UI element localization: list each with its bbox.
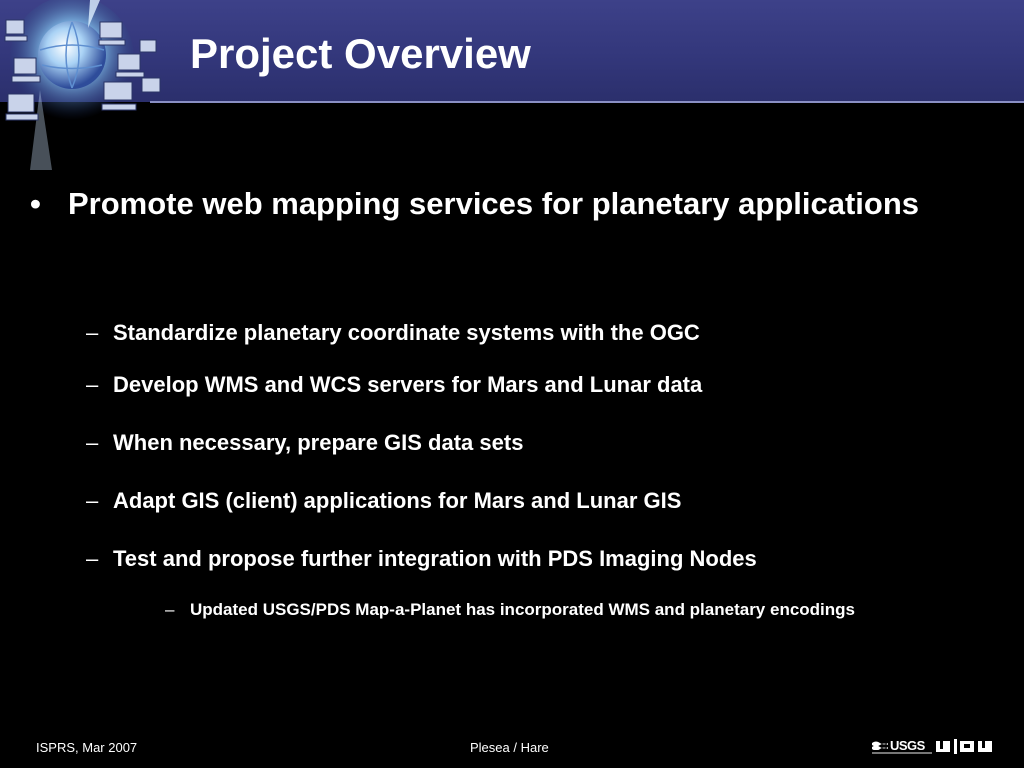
footer-event: ISPRS, Mar 2007	[36, 740, 138, 755]
jpl-logo	[936, 739, 992, 754]
dash-marker: –	[86, 488, 99, 513]
bullet-marker: •	[30, 186, 41, 221]
sub-bullet: – When necessary, prepare GIS data sets	[86, 430, 523, 456]
sub-bullet-text: When necessary, prepare GIS data sets	[113, 430, 524, 455]
usgs-wordmark: USGS	[890, 738, 925, 753]
footer-logos: USGS	[872, 738, 996, 758]
footer-authors: Plesea / Hare	[470, 740, 549, 755]
dash-marker: –	[86, 430, 99, 455]
sub-sub-bullet: – Updated USGS/PDS Map-a-Planet has incor…	[165, 600, 855, 620]
sub-bullet: – Standardize planetary coordinate system…	[86, 320, 700, 346]
dash-marker: –	[86, 372, 99, 397]
sub-bullet-text: Adapt GIS (client) applications for Mars…	[113, 488, 682, 513]
usgs-tagline-bar	[872, 752, 932, 754]
sub-bullet-text: Test and propose further integration wit…	[113, 546, 757, 571]
bullet-main-text: Promote web mapping services for planeta…	[68, 186, 920, 221]
slide-title: Project Overview	[190, 30, 531, 77]
dash-marker: –	[86, 546, 99, 571]
globe-network-icon	[4, 0, 161, 170]
dash-marker: –	[86, 320, 99, 345]
sub-bullet-text: Develop WMS and WCS servers for Mars and…	[113, 372, 703, 397]
bullet-main: • Promote web mapping services for planet…	[30, 186, 919, 222]
dash-marker: –	[165, 600, 175, 619]
sub-bullet: – Adapt GIS (client) applications for Mar…	[86, 488, 681, 514]
usgs-logo	[872, 741, 888, 750]
sub-bullet: – Develop WMS and WCS servers for Mars an…	[86, 372, 702, 398]
slide: Project Overview • Promote web mapping se…	[0, 0, 1024, 768]
sub-bullet-text: Standardize planetary coordinate systems…	[113, 320, 700, 345]
sub-bullet: – Test and propose further integration wi…	[86, 546, 757, 572]
header-divider	[150, 101, 1024, 103]
sub-sub-bullet-text: Updated USGS/PDS Map-a-Planet has incorp…	[190, 600, 855, 619]
